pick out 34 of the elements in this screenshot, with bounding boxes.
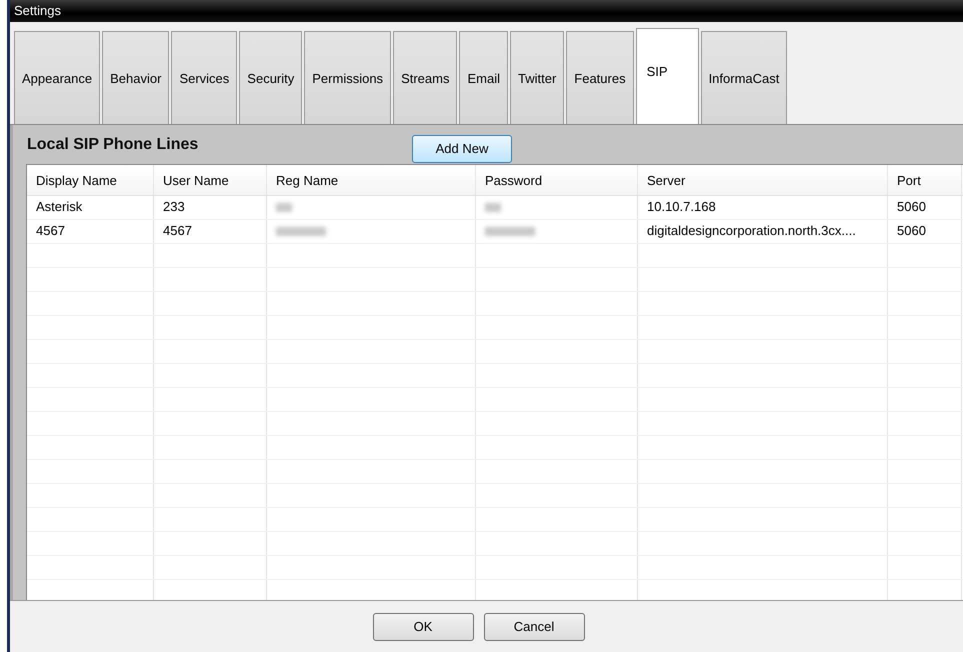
tab[interactable]: Permissions [304,31,392,124]
blurred-text-icon [276,203,292,212]
tab[interactable]: Behavior [102,31,170,124]
column-header[interactable]: Display Name [36,173,117,188]
tab[interactable]: Services [171,31,238,124]
table-cell: 5060 [897,199,926,214]
blurred-text-icon [485,203,501,212]
tab[interactable]: Security [239,31,302,124]
tab[interactable]: SIP [636,28,699,124]
dialog-button[interactable]: OK [372,612,474,641]
column-header[interactable]: Server [647,173,686,188]
table-cell: 4567 [36,223,65,238]
tab[interactable]: Email [459,31,508,124]
window-title: Settings [14,3,61,18]
section-title: Local SIP Phone Lines [27,136,200,154]
table-cell: digitaldesigncorporation.north.3cx.... [647,223,856,238]
column-header[interactable]: User Name [163,173,229,188]
tab[interactable]: Appearance [14,31,100,124]
dialog-button[interactable]: Cancel [484,612,584,641]
table-cell: 233 [163,199,185,214]
column-header[interactable]: Reg Name [276,173,338,188]
tab[interactable]: Features [566,31,634,124]
add-new-button[interactable]: Add New [412,134,512,163]
table-cell: 10.10.7.168 [647,199,716,214]
column-header[interactable]: Password [485,173,542,188]
tab[interactable]: Streams [393,31,458,124]
table-cell: 5060 [897,223,926,238]
column-header[interactable]: Port [897,173,921,188]
table-cell: 4567 [163,223,192,238]
table-cell: Asterisk [36,199,82,214]
tab[interactable]: Twitter [510,31,564,124]
blurred-text-icon [276,227,326,236]
tab[interactable]: InformaCast [700,31,788,124]
blurred-text-icon [485,227,535,236]
